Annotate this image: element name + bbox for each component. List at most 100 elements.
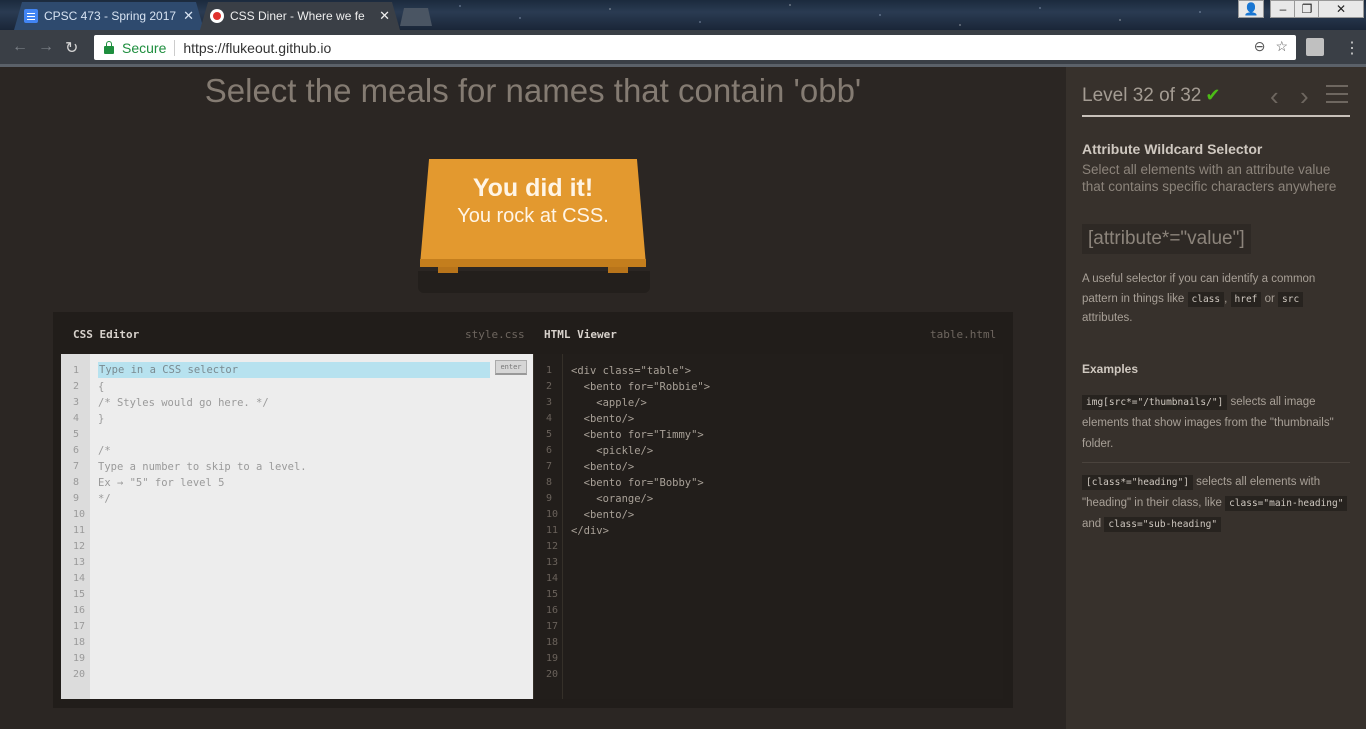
tab-close-icon[interactable]: ✕ <box>379 8 390 24</box>
reload-icon[interactable]: ↻ <box>65 38 78 58</box>
html-viewer-filename: table.html <box>930 328 997 341</box>
line-number: 5 <box>73 429 80 440</box>
code-line: <div class="table"> <box>571 365 692 377</box>
enter-button[interactable]: enter <box>495 360 527 375</box>
code-line: <pickle/> <box>571 445 654 457</box>
line-number: 11 <box>73 525 86 536</box>
extension-icon[interactable] <box>1306 38 1324 56</box>
code-line: <bento/> <box>571 413 635 425</box>
address-bar[interactable]: Secure https://flukeout.github.io ⊖ ☆ <box>94 35 1296 60</box>
selector-syntax: [attribute*="value"] <box>1082 224 1251 254</box>
line-number: 1 <box>546 365 553 376</box>
code-line: { <box>98 381 105 393</box>
line-number: 8 <box>73 477 80 488</box>
code-line: <bento for="Robbie"> <box>571 381 711 393</box>
forward-arrow-icon[interactable]: → <box>38 38 54 56</box>
line-number: 14 <box>546 573 559 584</box>
tab-close-icon[interactable]: ✕ <box>183 8 194 24</box>
code-pill: class <box>1187 291 1225 307</box>
user-profile-icon[interactable]: 👤 <box>1238 0 1264 18</box>
selector-description: Select all elements with an attribute va… <box>1082 162 1337 194</box>
lock-icon <box>104 40 114 54</box>
level-instruction: Select the meals for names that contain … <box>204 72 862 109</box>
line-number: 17 <box>73 621 86 632</box>
line-number: 4 <box>73 413 80 424</box>
level-menu-icon[interactable] <box>1326 85 1348 103</box>
line-number: 12 <box>546 541 559 552</box>
line-number: 3 <box>73 397 80 408</box>
line-number: 20 <box>546 669 559 680</box>
zoom-icon[interactable]: ⊖ <box>1254 38 1266 55</box>
examples-heading: Examples <box>1082 362 1139 376</box>
css-line-numbers: 1 2 3 4 5 6 7 8 9 10 11 12 13 14 15 16 17 18 19 20 <box>61 354 90 699</box>
line-number: 7 <box>73 461 80 472</box>
css-selector-input[interactable] <box>98 362 490 378</box>
minimize-button[interactable]: – <box>1270 0 1296 18</box>
level-indicator: Level 32 of 32 ✔ <box>1082 85 1220 107</box>
line-number: 10 <box>73 509 86 520</box>
example-1: img[src*="/thumbnails/"] selects all ima… <box>1082 392 1350 455</box>
line-number: 20 <box>73 669 86 680</box>
line-number: 6 <box>546 445 553 456</box>
window-close-button[interactable]: ✕ <box>1318 0 1364 18</box>
level-sidebar: Level 32 of 32 ✔ ‹ › Attribute Wildcard S… <box>1066 67 1366 729</box>
html-viewer-title: HTML Viewer <box>544 328 617 341</box>
google-docs-icon <box>24 9 38 23</box>
code-line: /* <box>98 445 111 457</box>
html-viewer: 1 2 3 4 5 6 7 8 9 10 11 12 13 14 15 16 17 18 19 20 <div cla… <box>533 354 1003 699</box>
code-line: } <box>98 413 105 425</box>
code-line: <orange/> <box>571 493 654 505</box>
browser-menu-icon[interactable]: ⋮ <box>1344 38 1360 58</box>
restore-button[interactable]: ❐ <box>1294 0 1320 18</box>
code-line: Type a number to skip to a level. <box>98 461 307 473</box>
code-line: */ <box>98 493 111 505</box>
code-line: <bento/> <box>571 509 635 521</box>
line-number: 17 <box>546 621 559 632</box>
url-text[interactable]: https://flukeout.github.io <box>183 40 331 56</box>
line-number: 12 <box>73 541 86 552</box>
line-number: 16 <box>73 605 86 616</box>
next-level-icon[interactable]: › <box>1300 81 1309 112</box>
code-line: <bento for="Timmy"> <box>571 429 704 441</box>
browser-tab-css-diner[interactable]: CSS Diner - Where we fe ✕ <box>200 2 400 30</box>
line-number: 3 <box>546 397 553 408</box>
plate-edge <box>420 259 646 267</box>
line-number: 14 <box>73 573 86 584</box>
tab-label: CPSC 473 - Spring 2017 - <box>44 9 178 23</box>
line-number: 9 <box>73 493 80 504</box>
css-code: {/* Styles would go here. */} /* Type a nu… <box>98 379 307 507</box>
tab-label: CSS Diner - Where we fe <box>230 9 365 23</box>
plate-shadow <box>418 271 650 293</box>
bookmark-star-icon[interactable]: ☆ <box>1275 38 1288 55</box>
new-tab-button[interactable] <box>400 8 432 26</box>
line-number: 13 <box>73 557 86 568</box>
line-number: 18 <box>546 637 559 648</box>
line-number: 16 <box>546 605 559 616</box>
previous-level-icon[interactable]: ‹ <box>1270 81 1279 112</box>
css-editor-title: CSS Editor <box>73 328 140 341</box>
level-label: Level 32 of 32 <box>1082 85 1202 106</box>
examples-divider <box>1082 462 1350 463</box>
browser-tab-cpsc[interactable]: CPSC 473 - Spring 2017 - ✕ <box>14 2 204 30</box>
editor-panel: CSS Editor style.css HTML Viewer table.h… <box>53 312 1013 708</box>
line-number: 1 <box>73 365 80 376</box>
selector-hint: A useful selector if you can identify a … <box>1082 273 1316 324</box>
line-number: 8 <box>546 477 553 488</box>
line-number: 19 <box>73 653 86 664</box>
code-pill: class="main-heading" <box>1225 496 1348 511</box>
css-editor: 1234567891011121314151617181920 enter {/… <box>61 354 533 699</box>
back-arrow-icon[interactable]: ← <box>12 38 28 56</box>
code-line: Ex → "5" for level 5 <box>98 477 225 489</box>
line-number: 19 <box>546 653 559 664</box>
secure-label: Secure <box>122 39 167 56</box>
line-number: 6 <box>73 445 80 456</box>
line-number: 15 <box>546 589 559 600</box>
line-number: 9 <box>546 493 553 504</box>
line-number: 18 <box>73 637 86 648</box>
line-number: 2 <box>73 381 80 392</box>
code-pill: src <box>1278 291 1304 307</box>
line-number: 7 <box>546 461 553 472</box>
hint-text: attributes. <box>1082 312 1133 324</box>
completion-title: You did it! <box>472 174 594 202</box>
